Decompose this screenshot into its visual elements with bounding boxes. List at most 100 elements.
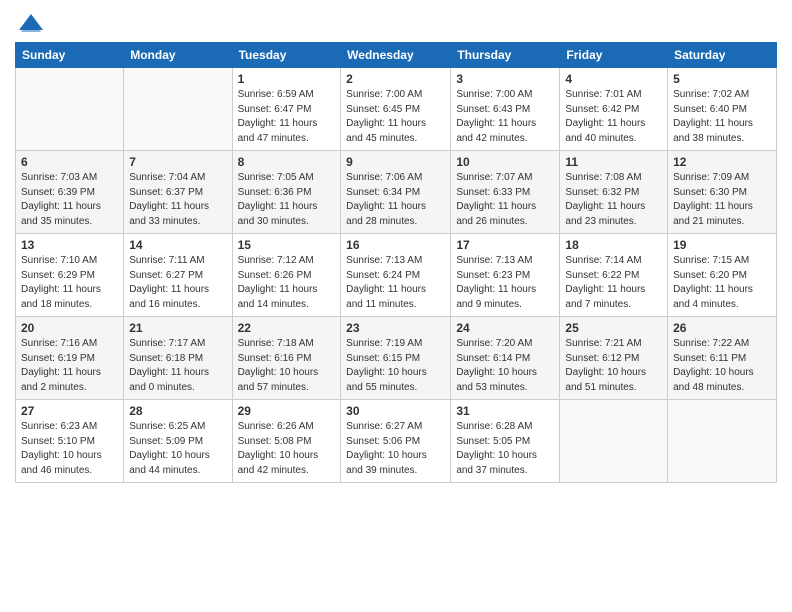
day-info: Sunrise: 7:03 AM Sunset: 6:39 PM Dayligh… <box>21 171 118 229</box>
calendar-week-row: 27 Sunrise: 6:23 AM Sunset: 5:10 PM Dayli… <box>16 400 777 483</box>
calendar-cell: 18 Sunrise: 7:14 AM Sunset: 6:22 PM Dayli… <box>560 234 668 317</box>
day-number: 13 <box>21 238 118 252</box>
calendar-cell: 1 Sunrise: 6:59 AM Sunset: 6:47 PM Daylig… <box>232 68 341 151</box>
day-number: 18 <box>565 238 662 252</box>
day-number: 28 <box>129 404 226 418</box>
day-info: Sunrise: 6:27 AM Sunset: 5:06 PM Dayligh… <box>346 420 445 478</box>
calendar-cell: 22Sunrise: 7:18 AM Sunset: 6:16 PM Dayli… <box>232 317 341 400</box>
calendar-cell: 27 Sunrise: 6:23 AM Sunset: 5:10 PM Dayli… <box>16 400 124 483</box>
day-info: Sunrise: 7:21 AM Sunset: 6:12 PM Dayligh… <box>565 337 662 395</box>
calendar-cell <box>16 68 124 151</box>
calendar-cell: 3 Sunrise: 7:00 AM Sunset: 6:43 PM Daylig… <box>451 68 560 151</box>
day-number: 1 <box>238 72 336 86</box>
header <box>15 10 777 34</box>
calendar-cell: 21 Sunrise: 7:17 AM Sunset: 6:18 PM Dayli… <box>124 317 232 400</box>
calendar-day-header: Sunday <box>16 43 124 68</box>
logo-icon <box>17 10 45 38</box>
day-info: Sunrise: 6:23 AM Sunset: 5:10 PM Dayligh… <box>21 420 118 478</box>
calendar-cell: 8 Sunrise: 7:05 AM Sunset: 6:36 PM Daylig… <box>232 151 341 234</box>
page: SundayMondayTuesdayWednesdayThursdayFrid… <box>0 0 792 612</box>
day-number: 27 <box>21 404 118 418</box>
logo <box>15 10 45 34</box>
calendar-cell: 16Sunrise: 7:13 AM Sunset: 6:24 PM Dayli… <box>341 234 451 317</box>
calendar-day-header: Thursday <box>451 43 560 68</box>
day-info: Sunrise: 7:11 AM Sunset: 6:27 PM Dayligh… <box>129 254 226 312</box>
day-info: Sunrise: 7:20 AM Sunset: 6:14 PM Dayligh… <box>456 337 554 395</box>
calendar-week-row: 20 Sunrise: 7:16 AM Sunset: 6:19 PM Dayli… <box>16 317 777 400</box>
calendar-cell: 12 Sunrise: 7:09 AM Sunset: 6:30 PM Dayli… <box>668 151 777 234</box>
day-info: Sunrise: 7:06 AM Sunset: 6:34 PM Dayligh… <box>346 171 445 229</box>
day-info: Sunrise: 7:18 AM Sunset: 6:16 PM Dayligh… <box>238 337 336 395</box>
calendar-day-header: Monday <box>124 43 232 68</box>
day-info: Sunrise: 7:08 AM Sunset: 6:32 PM Dayligh… <box>565 171 662 229</box>
day-info: Sunrise: 7:19 AM Sunset: 6:15 PM Dayligh… <box>346 337 445 395</box>
calendar-day-header: Wednesday <box>341 43 451 68</box>
calendar-cell: 7 Sunrise: 7:04 AM Sunset: 6:37 PM Daylig… <box>124 151 232 234</box>
day-number: 26 <box>673 321 771 335</box>
calendar-cell: 19 Sunrise: 7:15 AM Sunset: 6:20 PM Dayli… <box>668 234 777 317</box>
calendar-cell: 4Sunrise: 7:01 AM Sunset: 6:42 PM Daylig… <box>560 68 668 151</box>
calendar-cell: 10 Sunrise: 7:07 AM Sunset: 6:33 PM Dayli… <box>451 151 560 234</box>
day-number: 24 <box>456 321 554 335</box>
day-number: 8 <box>238 155 336 169</box>
day-number: 21 <box>129 321 226 335</box>
day-info: Sunrise: 7:04 AM Sunset: 6:37 PM Dayligh… <box>129 171 226 229</box>
calendar-header-row: SundayMondayTuesdayWednesdayThursdayFrid… <box>16 43 777 68</box>
calendar-week-row: 13 Sunrise: 7:10 AM Sunset: 6:29 PM Dayli… <box>16 234 777 317</box>
day-info: Sunrise: 7:05 AM Sunset: 6:36 PM Dayligh… <box>238 171 336 229</box>
day-number: 10 <box>456 155 554 169</box>
day-number: 30 <box>346 404 445 418</box>
calendar-cell <box>668 400 777 483</box>
day-info: Sunrise: 6:26 AM Sunset: 5:08 PM Dayligh… <box>238 420 336 478</box>
day-info: Sunrise: 7:13 AM Sunset: 6:24 PM Dayligh… <box>346 254 445 312</box>
day-info: Sunrise: 7:10 AM Sunset: 6:29 PM Dayligh… <box>21 254 118 312</box>
day-number: 17 <box>456 238 554 252</box>
day-info: Sunrise: 7:14 AM Sunset: 6:22 PM Dayligh… <box>565 254 662 312</box>
day-info: Sunrise: 7:07 AM Sunset: 6:33 PM Dayligh… <box>456 171 554 229</box>
calendar-cell: 11 Sunrise: 7:08 AM Sunset: 6:32 PM Dayli… <box>560 151 668 234</box>
calendar-cell: 28 Sunrise: 6:25 AM Sunset: 5:09 PM Dayli… <box>124 400 232 483</box>
calendar-cell: 24 Sunrise: 7:20 AM Sunset: 6:14 PM Dayli… <box>451 317 560 400</box>
calendar-cell: 14 Sunrise: 7:11 AM Sunset: 6:27 PM Dayli… <box>124 234 232 317</box>
day-info: Sunrise: 6:59 AM Sunset: 6:47 PM Dayligh… <box>238 88 336 146</box>
day-number: 14 <box>129 238 226 252</box>
day-info: Sunrise: 7:16 AM Sunset: 6:19 PM Dayligh… <box>21 337 118 395</box>
day-number: 3 <box>456 72 554 86</box>
day-info: Sunrise: 6:28 AM Sunset: 5:05 PM Dayligh… <box>456 420 554 478</box>
calendar-cell: 17 Sunrise: 7:13 AM Sunset: 6:23 PM Dayli… <box>451 234 560 317</box>
calendar-cell: 5 Sunrise: 7:02 AM Sunset: 6:40 PM Daylig… <box>668 68 777 151</box>
day-number: 4 <box>565 72 662 86</box>
day-info: Sunrise: 7:15 AM Sunset: 6:20 PM Dayligh… <box>673 254 771 312</box>
calendar-day-header: Saturday <box>668 43 777 68</box>
day-number: 11 <box>565 155 662 169</box>
day-number: 31 <box>456 404 554 418</box>
day-number: 19 <box>673 238 771 252</box>
day-number: 6 <box>21 155 118 169</box>
day-number: 5 <box>673 72 771 86</box>
calendar-cell: 2 Sunrise: 7:00 AM Sunset: 6:45 PM Daylig… <box>341 68 451 151</box>
calendar-cell: 30 Sunrise: 6:27 AM Sunset: 5:06 PM Dayli… <box>341 400 451 483</box>
day-number: 7 <box>129 155 226 169</box>
day-number: 15 <box>238 238 336 252</box>
calendar-table: SundayMondayTuesdayWednesdayThursdayFrid… <box>15 42 777 483</box>
day-number: 2 <box>346 72 445 86</box>
calendar-cell: 6 Sunrise: 7:03 AM Sunset: 6:39 PM Daylig… <box>16 151 124 234</box>
calendar-cell: 25Sunrise: 7:21 AM Sunset: 6:12 PM Dayli… <box>560 317 668 400</box>
day-info: Sunrise: 6:25 AM Sunset: 5:09 PM Dayligh… <box>129 420 226 478</box>
calendar-cell <box>560 400 668 483</box>
day-number: 12 <box>673 155 771 169</box>
calendar-cell <box>124 68 232 151</box>
day-number: 9 <box>346 155 445 169</box>
day-info: Sunrise: 7:09 AM Sunset: 6:30 PM Dayligh… <box>673 171 771 229</box>
calendar-day-header: Tuesday <box>232 43 341 68</box>
day-info: Sunrise: 7:02 AM Sunset: 6:40 PM Dayligh… <box>673 88 771 146</box>
calendar-cell: 26 Sunrise: 7:22 AM Sunset: 6:11 PM Dayli… <box>668 317 777 400</box>
day-info: Sunrise: 7:00 AM Sunset: 6:43 PM Dayligh… <box>456 88 554 146</box>
day-info: Sunrise: 7:17 AM Sunset: 6:18 PM Dayligh… <box>129 337 226 395</box>
day-number: 20 <box>21 321 118 335</box>
day-info: Sunrise: 7:22 AM Sunset: 6:11 PM Dayligh… <box>673 337 771 395</box>
day-number: 29 <box>238 404 336 418</box>
calendar-cell: 20 Sunrise: 7:16 AM Sunset: 6:19 PM Dayli… <box>16 317 124 400</box>
day-info: Sunrise: 7:00 AM Sunset: 6:45 PM Dayligh… <box>346 88 445 146</box>
day-info: Sunrise: 7:13 AM Sunset: 6:23 PM Dayligh… <box>456 254 554 312</box>
